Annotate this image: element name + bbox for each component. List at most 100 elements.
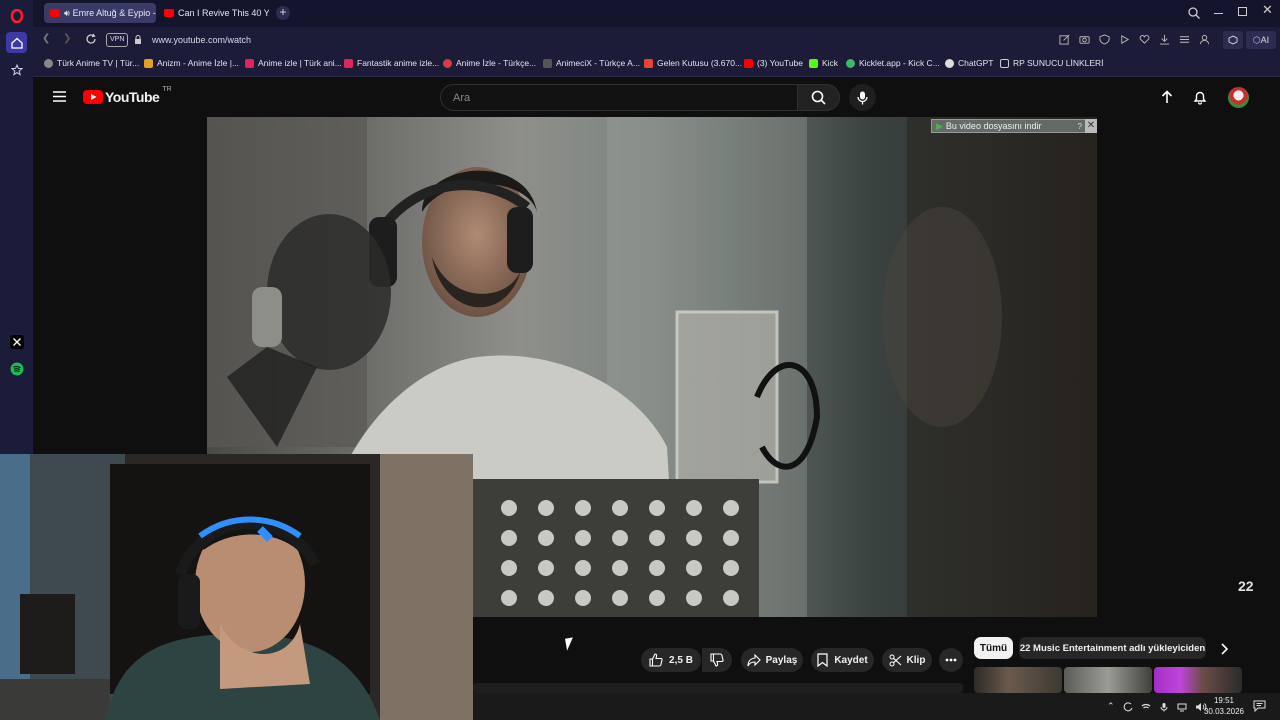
search-icon	[811, 90, 826, 105]
edit-icon[interactable]	[1059, 34, 1070, 45]
anizm-icon	[144, 58, 153, 68]
minimize-button[interactable]	[1214, 13, 1223, 14]
system-tray: ⌃	[1107, 701, 1207, 712]
heart-icon[interactable]	[1139, 34, 1150, 45]
tab-search-icon[interactable]	[1187, 6, 1201, 20]
profile-icon[interactable]	[1199, 34, 1210, 45]
home-icon[interactable]	[6, 32, 27, 53]
wifi-icon[interactable]	[1141, 702, 1151, 712]
bookmark-item[interactable]: Kicklet.app - Kick C...	[846, 58, 940, 68]
bookmark-item[interactable]: Kick	[809, 58, 838, 68]
tray-microphone-icon[interactable]	[1159, 702, 1169, 712]
webcam-frame	[0, 454, 473, 720]
upload-icon[interactable]	[1160, 90, 1174, 105]
channel-watermark: 22	[1238, 578, 1254, 594]
chip-all[interactable]: Tümü	[974, 637, 1013, 659]
new-tab-button[interactable]: +	[276, 6, 290, 20]
youtube-header: YouTube TR Ara	[33, 77, 1280, 117]
description-box[interactable]	[473, 683, 963, 693]
bookmark-item[interactable]: Anime İzle - Türkçe...	[443, 58, 536, 68]
bookmark-item[interactable]: Türk Anime TV | Tür...	[44, 58, 139, 68]
camera-icon[interactable]	[1079, 34, 1090, 45]
address-bar: ❮ ❯ VPN www.youtube.com/watch ⬡AI	[33, 27, 1280, 53]
region-code: TR	[162, 86, 172, 93]
download-icon[interactable]	[1159, 34, 1170, 45]
share-arrow-icon	[747, 653, 761, 666]
recommended-thumbnail[interactable]	[974, 667, 1062, 693]
youtube-logo[interactable]: YouTube TR	[83, 86, 172, 105]
lock-icon	[134, 35, 142, 45]
help-icon[interactable]: ?	[1078, 122, 1082, 131]
play-icon[interactable]	[1119, 34, 1130, 45]
share-label: Paylaş	[765, 654, 798, 666]
bookmark-item[interactable]: (3) YouTube	[744, 58, 803, 68]
back-button[interactable]: ❮	[42, 33, 50, 44]
notification-center-icon[interactable]	[1253, 700, 1266, 712]
vpn-badge[interactable]: VPN	[106, 33, 129, 47]
youtube-logo-text: YouTube	[105, 89, 160, 105]
bookmark-item[interactable]: Anizm - Anime İzle |...	[144, 58, 239, 68]
dislike-button[interactable]	[702, 648, 732, 672]
clock-date: 30.03.2026	[1203, 707, 1245, 716]
speaker-icon: 🔊︎	[64, 7, 70, 18]
chip-uploader[interactable]: 22 Music Entertainment adlı yükleyiciden	[1019, 637, 1206, 659]
kick-icon	[809, 58, 818, 68]
avatar[interactable]	[1228, 87, 1249, 108]
x-twitter-icon[interactable]	[6, 331, 27, 352]
tab-title: Can I Revive This 40 Year (	[178, 8, 269, 18]
download-overlay-button[interactable]: ▶ Bu video dosyasını indir ?	[931, 119, 1097, 133]
restore-button[interactable]	[1238, 7, 1247, 16]
mouse-cursor	[565, 637, 575, 651]
search-input[interactable]: Ara	[440, 84, 798, 111]
youtube-favicon-icon	[50, 9, 60, 17]
network-icon[interactable]	[1177, 702, 1187, 712]
webcam-overlay	[0, 454, 473, 720]
like-button[interactable]: 2,5 B	[641, 648, 701, 672]
clip-label: Klip	[906, 654, 926, 666]
notifications-bell-icon[interactable]	[1193, 90, 1207, 105]
bookmark-folder[interactable]: RP SUNUCU LİNKLERİ	[1000, 58, 1104, 68]
recommended-thumbnail[interactable]	[1154, 667, 1242, 693]
save-button[interactable]: Kaydet	[811, 648, 874, 672]
bookmark-item[interactable]: ChatGPT	[945, 58, 993, 68]
tab-active[interactable]: 🔊︎ Emre Altuğ & Eypio -	[44, 3, 156, 23]
address-bar-actions	[1059, 34, 1210, 45]
menu-lines-icon[interactable]	[1179, 34, 1190, 45]
recommended-thumbnail[interactable]	[1064, 667, 1152, 693]
more-actions-button[interactable]	[939, 648, 963, 672]
star-icon[interactable]	[6, 59, 27, 80]
chevron-right-icon[interactable]	[1220, 643, 1230, 655]
url-field[interactable]: www.youtube.com/watch	[152, 31, 1052, 49]
scissors-icon	[889, 654, 901, 666]
bookmarks-bar: Türk Anime TV | Tür... Anizm - Anime İzl…	[33, 53, 1280, 77]
shield-icon[interactable]	[1099, 34, 1110, 45]
clip-button[interactable]: Klip	[882, 648, 932, 672]
hamburger-menu-icon[interactable]	[53, 91, 66, 102]
bookmark-item[interactable]: Gelen Kutusu (3.670...	[644, 58, 742, 68]
close-overlay-icon[interactable]: ✕	[1085, 119, 1097, 133]
search-button[interactable]	[798, 84, 840, 111]
reload-icon[interactable]	[85, 33, 97, 45]
aria-label: AI	[1260, 35, 1270, 45]
sync-icon[interactable]	[1123, 701, 1133, 712]
tray-expand-icon[interactable]: ⌃	[1107, 701, 1115, 712]
clock[interactable]: 19:51 30.03.2026	[1201, 695, 1247, 717]
bookmark-item[interactable]: Anime izle | Türk ani...	[245, 58, 342, 68]
more-dots-icon	[945, 658, 957, 662]
spotify-icon[interactable]	[6, 358, 27, 379]
clock-time: 19:51	[1213, 696, 1235, 705]
voice-search-button[interactable]	[849, 84, 876, 111]
bookmark-item[interactable]: Fantastik anime izle...	[344, 58, 439, 68]
forward-button[interactable]: ❯	[63, 33, 71, 44]
opera-logo-icon[interactable]	[6, 5, 27, 26]
save-label: Kaydet	[834, 654, 868, 666]
like-count: 2,5 B	[669, 654, 693, 666]
aria-button[interactable]: ⬡AI	[1246, 31, 1276, 49]
bookmark-item[interactable]: AnimeciX - Türkçe A...	[543, 58, 640, 68]
download-overlay-label: Bu video dosyasını indir	[945, 121, 1042, 131]
close-window-button[interactable]: ✕	[1262, 2, 1273, 18]
youtube-favicon-icon	[164, 9, 174, 17]
tab-inactive[interactable]: Can I Revive This 40 Year (	[158, 3, 269, 23]
extensions-icon[interactable]	[1223, 31, 1243, 49]
share-button[interactable]: Paylaş	[741, 648, 803, 672]
